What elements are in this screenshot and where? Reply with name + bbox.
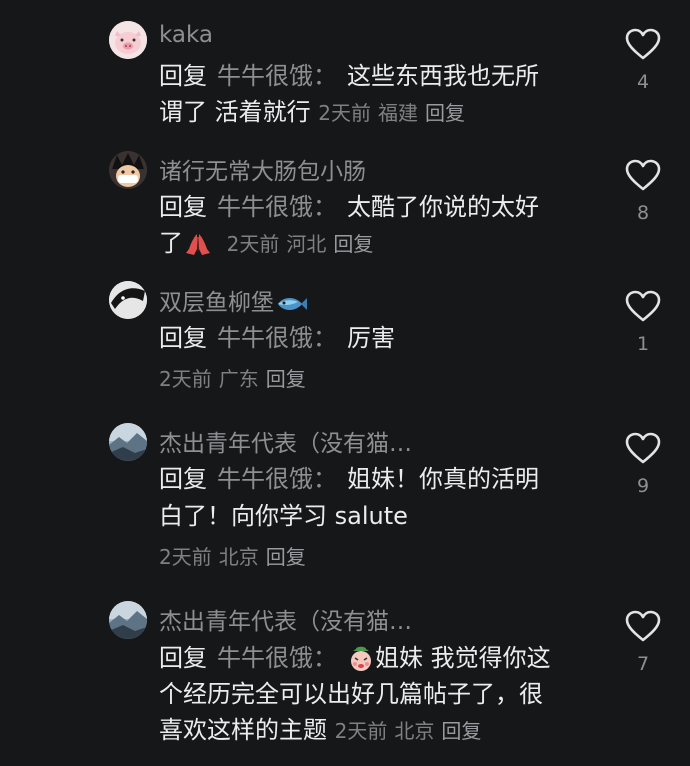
reply-prefix: 回复 <box>159 193 207 221</box>
comment-text-line1: 姐妹 我觉得你这 <box>375 644 551 672</box>
reply-colon: ： <box>313 324 337 352</box>
comment-text-line1: 厉害 <box>347 324 395 352</box>
comment-text-line2: 谓了 活着就行 <box>159 98 311 126</box>
location: 河北 <box>286 232 327 256</box>
reply-button[interactable]: 回复 <box>266 367 306 391</box>
comment-text-line2: 个经历完全可以出好几篇帖子了，很 <box>159 680 543 708</box>
comment-text: 回复 牛牛很饿： 姐妹 我觉得你这 <box>159 641 551 676</box>
heart-outline-icon[interactable] <box>625 159 661 191</box>
comment-text: 回复 牛牛很饿： 太酷了你说的太好 <box>159 190 539 225</box>
comment-meta: 2天前 福建 回复 <box>318 101 472 125</box>
comment-text: 回复 牛牛很饿： 厉害 <box>159 321 395 356</box>
reply-target-user[interactable]: 牛牛很饿 <box>217 193 313 221</box>
comment-meta: 2天前 河北 回复 <box>227 232 381 256</box>
comment-text-line1: 太酷了你说的太好 <box>347 193 539 221</box>
like-count: 8 <box>636 202 650 224</box>
reply-prefix: 回复 <box>159 62 207 90</box>
avatar[interactable] <box>109 151 147 189</box>
reply-colon: ： <box>313 62 337 90</box>
avatar[interactable] <box>109 281 147 319</box>
reply-prefix: 回复 <box>159 324 207 352</box>
location: 北京 <box>218 545 259 569</box>
location: 广东 <box>218 367 259 391</box>
fish-emoji-icon <box>278 297 307 310</box>
reply-colon: ： <box>313 644 337 672</box>
heart-outline-icon[interactable] <box>625 28 661 60</box>
like-count: 9 <box>636 475 650 497</box>
reply-target-user[interactable]: 牛牛很饿 <box>217 324 313 352</box>
landscape-avatar-icon <box>109 601 147 639</box>
comment-meta: 2天前 广东 回复 <box>159 362 313 397</box>
pig-avatar-icon <box>109 21 147 59</box>
comment-text: 回复 牛牛很饿： 这些东西我也无所 <box>159 59 539 94</box>
comment-meta: 2天前 北京 回复 <box>335 719 489 743</box>
username-text[interactable]: 双层鱼柳堡 <box>159 290 274 316</box>
comment-text-line3-row: 喜欢这样的主题 2天前 北京 回复 <box>159 713 488 749</box>
comment-text-line2-row: 了 2天前 河北 回复 <box>159 226 380 262</box>
heart-outline-icon[interactable] <box>625 290 661 322</box>
like-count: 7 <box>636 653 650 675</box>
reply-target-user[interactable]: 牛牛很饿 <box>217 644 313 672</box>
comment-text-line1: 姐妹！你真的活明 <box>347 465 539 493</box>
comment-text-line2: 白了！向你学习 salute <box>159 502 408 530</box>
comment-text-line2-row: 个经历完全可以出好几篇帖子了，很 <box>159 677 543 712</box>
reply-button[interactable]: 回复 <box>441 719 481 743</box>
crying-face-emoji-icon <box>351 646 371 671</box>
username[interactable]: 杰出青年代表（没有猫… <box>159 424 412 458</box>
praying-hands-emoji-icon <box>186 234 210 255</box>
reply-button[interactable]: 回复 <box>425 101 465 125</box>
reply-target-user[interactable]: 牛牛很饿 <box>217 62 313 90</box>
heart-outline-icon[interactable] <box>625 610 661 642</box>
username[interactable]: kaka <box>159 22 213 48</box>
comment-text-line2-row: 谓了 活着就行 2天前 福建 回复 <box>159 95 472 131</box>
reply-colon: ： <box>313 465 337 493</box>
avatar[interactable] <box>109 21 147 59</box>
like-count: 4 <box>636 71 650 93</box>
avatar[interactable] <box>109 423 147 461</box>
timestamp: 2天前 <box>159 545 212 569</box>
avatar[interactable] <box>109 601 147 639</box>
penguin-avatar-icon <box>109 281 147 319</box>
anime-avatar-icon <box>109 151 147 189</box>
reply-target-user[interactable]: 牛牛很饿 <box>217 465 313 493</box>
location: 北京 <box>394 719 435 743</box>
reply-button[interactable]: 回复 <box>266 545 306 569</box>
location: 福建 <box>378 101 419 125</box>
timestamp: 2天前 <box>226 232 280 256</box>
timestamp: 2天前 <box>334 719 388 743</box>
comment-text-line2: 了 <box>159 229 183 257</box>
username[interactable]: 诸行无常大肠包小肠 <box>159 152 366 186</box>
reply-prefix: 回复 <box>159 465 207 493</box>
comment-meta: 2天前 北京 回复 <box>159 540 313 575</box>
reply-prefix: 回复 <box>159 644 207 672</box>
landscape-avatar-icon <box>109 423 147 461</box>
timestamp: 2天前 <box>318 101 372 125</box>
comment-text: 回复 牛牛很饿： 姐妹！你真的活明 <box>159 462 539 497</box>
timestamp: 2天前 <box>159 367 212 391</box>
reply-colon: ： <box>313 193 337 221</box>
username[interactable]: 双层鱼柳堡 <box>159 283 308 317</box>
username[interactable]: 杰出青年代表（没有猫… <box>159 602 412 636</box>
comment-text-line3: 喜欢这样的主题 <box>159 716 327 744</box>
comment-text-line2-row: 白了！向你学习 salute <box>159 499 408 534</box>
like-count: 1 <box>636 333 650 355</box>
comment-text-line1: 这些东西我也无所 <box>347 62 539 90</box>
heart-outline-icon[interactable] <box>625 432 661 464</box>
reply-button[interactable]: 回复 <box>333 232 373 256</box>
